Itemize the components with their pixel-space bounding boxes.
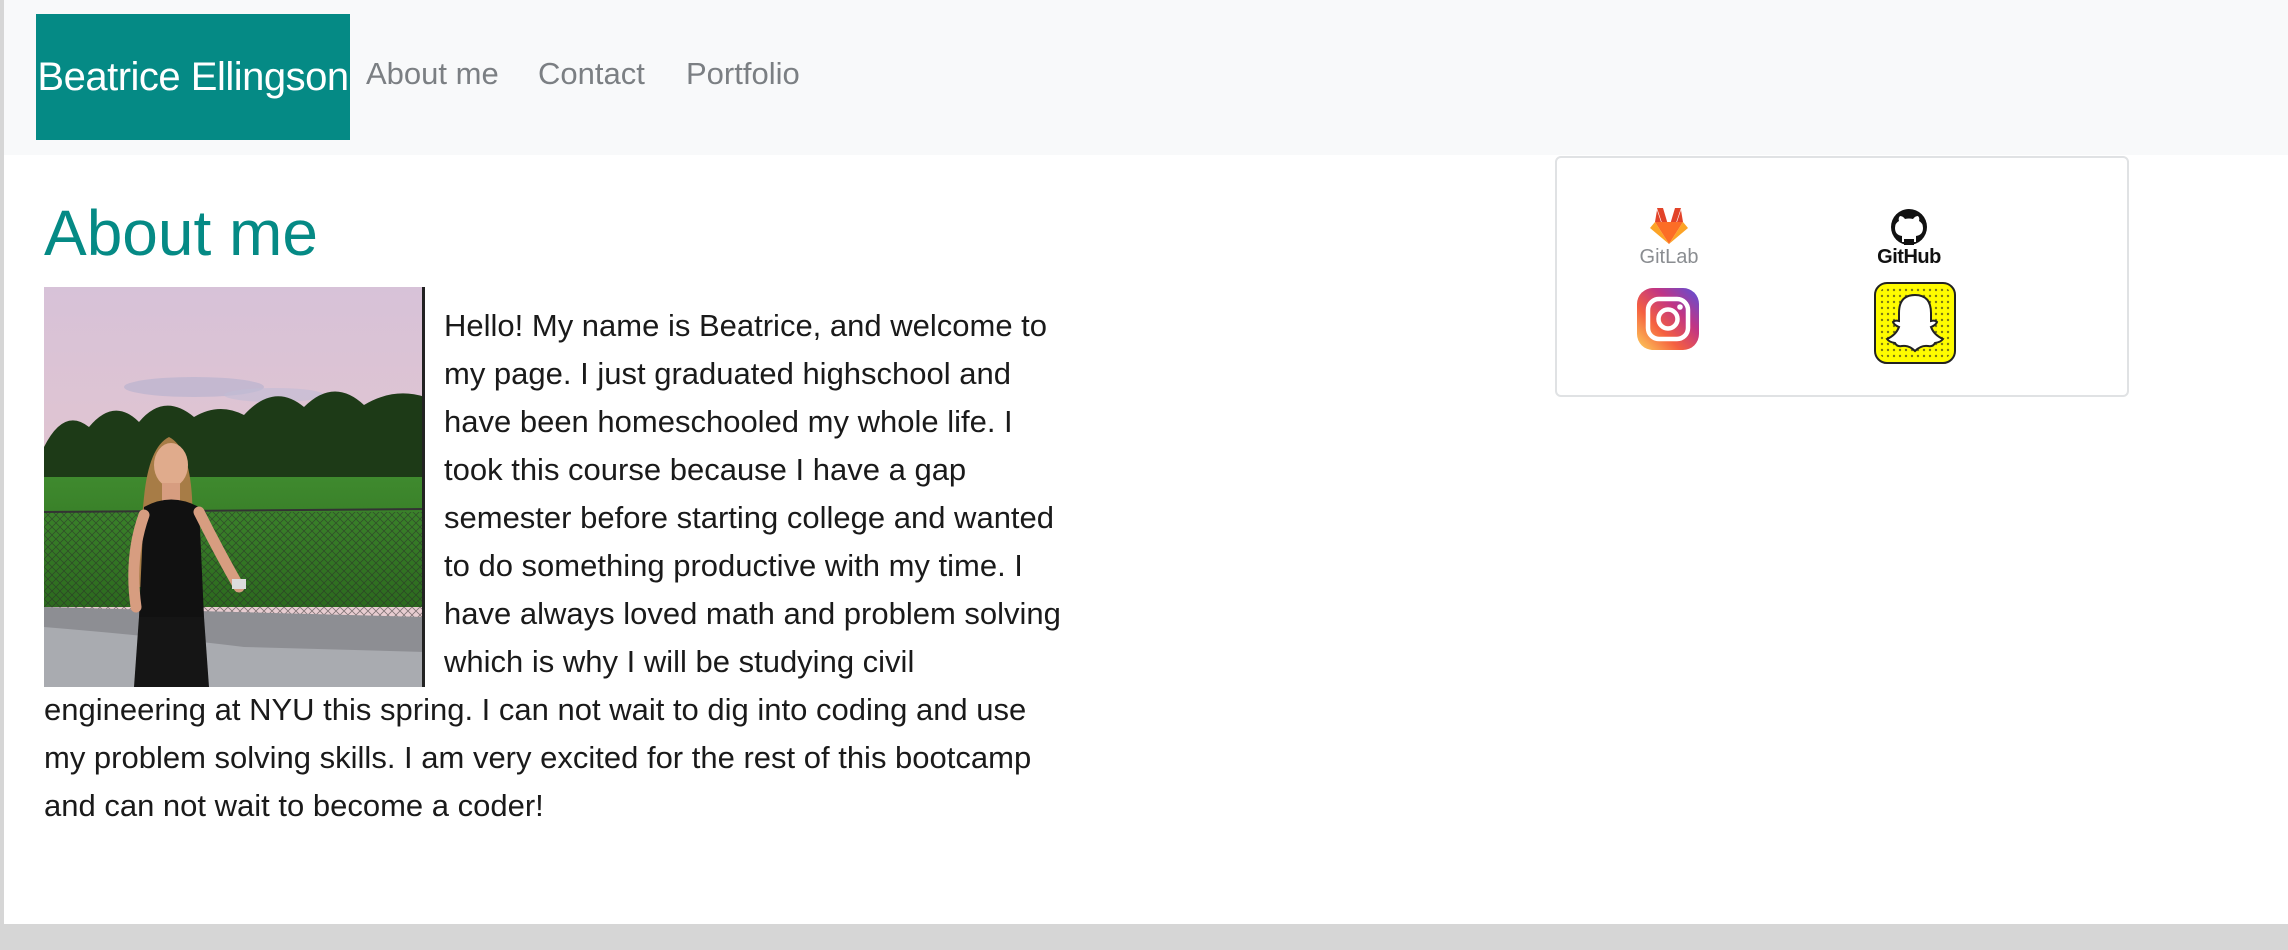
bio-line: took this course because I have a gap bbox=[444, 452, 967, 487]
instagram-icon bbox=[1637, 288, 1699, 350]
bio-line: engineering at NYU this spring. I can no… bbox=[44, 692, 1027, 727]
navbar: Beatrice Ellingson About me Contact Port… bbox=[4, 0, 2288, 155]
bio-line: and can not wait to become a coder! bbox=[44, 788, 544, 823]
snapchat-icon bbox=[1874, 282, 1956, 364]
bio-line: my page. I just graduated highschool and bbox=[444, 356, 1011, 391]
nav-link-contact[interactable]: Contact bbox=[538, 56, 645, 92]
gitlab-icon bbox=[1650, 208, 1688, 244]
snapchat-link[interactable] bbox=[1873, 281, 1957, 365]
bio-line: Hello! My name is Beatrice, and welcome … bbox=[444, 308, 1048, 343]
bio-line: my problem solving skills. I am very exc… bbox=[44, 740, 1032, 775]
gitlab-wordmark: GitLab bbox=[1639, 246, 1699, 268]
nav-link-about[interactable]: About me bbox=[366, 56, 499, 92]
bio-line: have always loved math and problem solvi… bbox=[444, 596, 1061, 631]
bio-line: to do something productive with my time.… bbox=[444, 548, 1023, 583]
github-icon bbox=[1891, 209, 1927, 245]
bio-line: have been homeschooled my whole life. I bbox=[444, 404, 1013, 439]
page-title: About me bbox=[44, 197, 318, 269]
profile-photo bbox=[44, 287, 425, 687]
social-links-card: GitLab GitHub bbox=[1555, 156, 2129, 397]
brand-link[interactable]: Beatrice Ellingson bbox=[36, 14, 350, 140]
github-wordmark: GitHub bbox=[1877, 246, 1941, 268]
nav-link-portfolio[interactable]: Portfolio bbox=[686, 56, 800, 92]
github-link[interactable]: GitHub bbox=[1877, 208, 1941, 270]
bio-line: semester before starting college and wan… bbox=[444, 500, 1055, 535]
page: Beatrice Ellingson About me Contact Port… bbox=[4, 0, 2288, 924]
instagram-link[interactable] bbox=[1635, 286, 1701, 352]
bio-line: which is why I will be studying civil bbox=[444, 644, 915, 679]
gitlab-link[interactable]: GitLab bbox=[1637, 208, 1701, 268]
